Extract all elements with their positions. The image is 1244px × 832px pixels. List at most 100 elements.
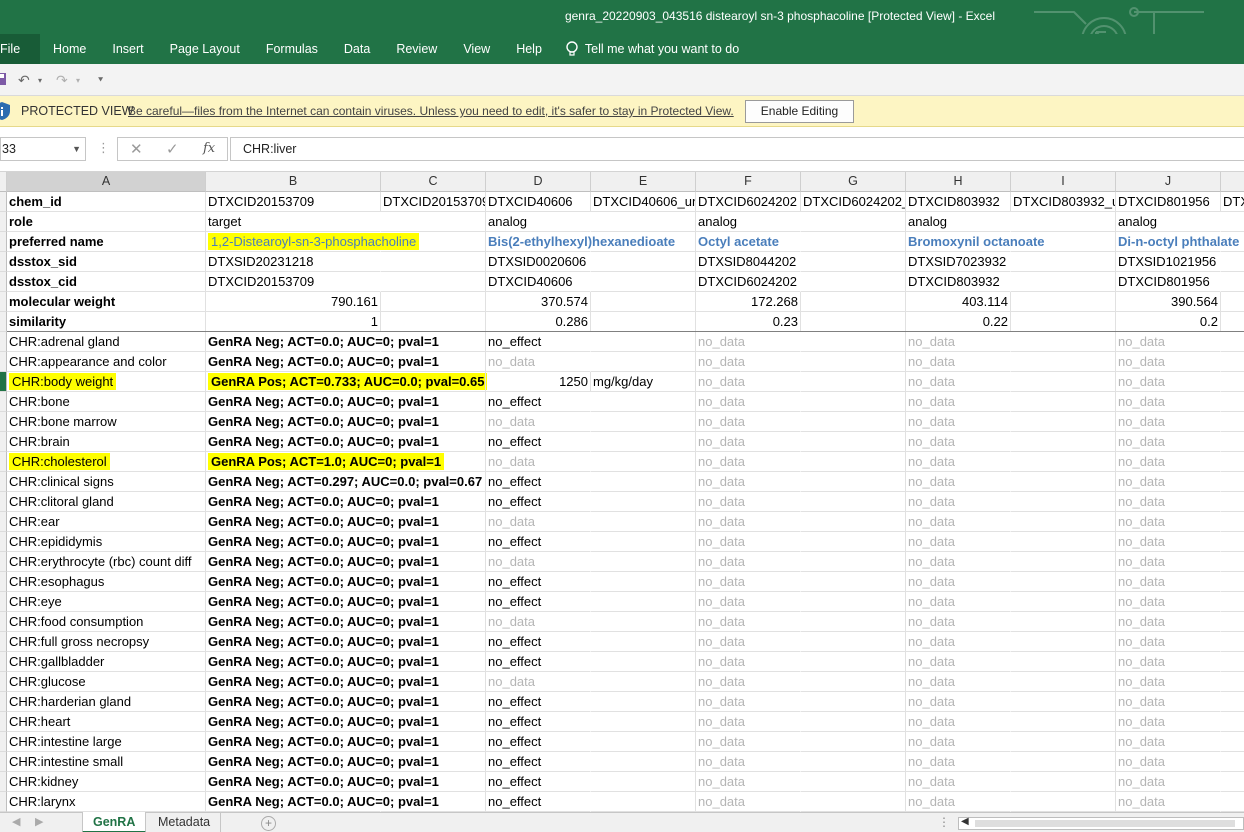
cell-b9[interactable]: GenRA Neg; ACT=0.0; AUC=0; pval=1 bbox=[206, 352, 439, 372]
cell-b13[interactable]: GenRA Neg; ACT=0.0; AUC=0; pval=1 bbox=[206, 432, 439, 452]
cell-j3[interactable]: Di-n-octyl phthalate bbox=[1116, 232, 1239, 252]
cell-c17[interactable] bbox=[381, 512, 486, 532]
cell-b1[interactable]: DTXCID20153709 bbox=[206, 192, 381, 212]
row-header[interactable] bbox=[0, 372, 7, 392]
cell-d14[interactable]: no_data bbox=[486, 452, 591, 472]
cell-k13[interactable] bbox=[1221, 432, 1244, 452]
cell-b18[interactable]: GenRA Neg; ACT=0.0; AUC=0; pval=1 bbox=[206, 532, 439, 552]
cell-a13[interactable]: CHR:brain bbox=[7, 432, 206, 452]
cell-a10[interactable]: CHR:body weight bbox=[7, 372, 206, 392]
cell-d31[interactable]: no_effect bbox=[486, 792, 591, 812]
row-header[interactable] bbox=[0, 392, 7, 412]
cell-c20[interactable] bbox=[381, 572, 486, 592]
cell-j28[interactable]: no_data bbox=[1116, 732, 1221, 752]
cell-e11[interactable] bbox=[591, 392, 696, 412]
cell-g12[interactable] bbox=[801, 412, 906, 432]
cell-e29[interactable] bbox=[591, 752, 696, 772]
cell-c8[interactable] bbox=[381, 332, 486, 352]
cell-i4[interactable] bbox=[1011, 252, 1116, 272]
cell-h15[interactable]: no_data bbox=[906, 472, 1011, 492]
cell-b28[interactable]: GenRA Neg; ACT=0.0; AUC=0; pval=1 bbox=[206, 732, 439, 752]
cell-i17[interactable] bbox=[1011, 512, 1116, 532]
next-sheet-icon[interactable]: ▶ bbox=[35, 815, 43, 828]
cell-g21[interactable] bbox=[801, 592, 906, 612]
cell-c13[interactable] bbox=[381, 432, 486, 452]
cell-i23[interactable] bbox=[1011, 632, 1116, 652]
cell-g8[interactable] bbox=[801, 332, 906, 352]
cell-k2[interactable] bbox=[1221, 212, 1244, 232]
tab-page-layout[interactable]: Page Layout bbox=[157, 34, 253, 64]
column-header-b[interactable]: B bbox=[206, 172, 381, 192]
column-header-h[interactable]: H bbox=[906, 172, 1011, 192]
cell-j12[interactable]: no_data bbox=[1116, 412, 1221, 432]
protected-view-message-link[interactable]: Be careful—files from the Internet can c… bbox=[128, 104, 734, 118]
cell-f23[interactable]: no_data bbox=[696, 632, 801, 652]
cell-f16[interactable]: no_data bbox=[696, 492, 801, 512]
row-header[interactable] bbox=[0, 732, 7, 752]
cell-a5[interactable]: dsstox_cid bbox=[7, 272, 206, 292]
redo-dropdown-icon[interactable]: ▾ bbox=[76, 76, 80, 85]
cell-e18[interactable] bbox=[591, 532, 696, 552]
cell-j14[interactable]: no_data bbox=[1116, 452, 1221, 472]
column-header-i[interactable]: I bbox=[1011, 172, 1116, 192]
cell-k11[interactable] bbox=[1221, 392, 1244, 412]
row-header[interactable] bbox=[0, 612, 7, 632]
cell-d27[interactable]: no_effect bbox=[486, 712, 591, 732]
cell-f2[interactable]: analog bbox=[696, 212, 801, 232]
cancel-icon[interactable]: ✕ bbox=[130, 140, 143, 158]
cell-j13[interactable]: no_data bbox=[1116, 432, 1221, 452]
cell-i29[interactable] bbox=[1011, 752, 1116, 772]
cell-a15[interactable]: CHR:clinical signs bbox=[7, 472, 206, 492]
cell-g31[interactable] bbox=[801, 792, 906, 812]
cell-f4[interactable]: DTXSID8044202 bbox=[696, 252, 801, 272]
cell-i31[interactable] bbox=[1011, 792, 1116, 812]
row-header[interactable] bbox=[0, 452, 7, 472]
cell-c14[interactable] bbox=[381, 452, 486, 472]
cell-g2[interactable] bbox=[801, 212, 906, 232]
cell-i30[interactable] bbox=[1011, 772, 1116, 792]
cell-c26[interactable] bbox=[381, 692, 486, 712]
cell-h8[interactable]: no_data bbox=[906, 332, 1011, 352]
cell-d6[interactable]: 370.574 bbox=[486, 292, 591, 312]
cell-a9[interactable]: CHR:appearance and color bbox=[7, 352, 206, 372]
column-header-d[interactable]: D bbox=[486, 172, 591, 192]
cell-e2[interactable] bbox=[591, 212, 696, 232]
cell-d11[interactable]: no_effect bbox=[486, 392, 591, 412]
cell-b11[interactable]: GenRA Neg; ACT=0.0; AUC=0; pval=1 bbox=[206, 392, 439, 412]
cell-k3[interactable] bbox=[1221, 232, 1244, 252]
cell-b14[interactable]: GenRA Pos; ACT=1.0; AUC=0; pval=1 bbox=[206, 452, 445, 472]
cell-e8[interactable] bbox=[591, 332, 696, 352]
cell-h19[interactable]: no_data bbox=[906, 552, 1011, 572]
cell-d10[interactable]: 1250 bbox=[486, 372, 591, 392]
cell-b25[interactable]: GenRA Neg; ACT=0.0; AUC=0; pval=1 bbox=[206, 672, 439, 692]
cell-g15[interactable] bbox=[801, 472, 906, 492]
cell-d9[interactable]: no_data bbox=[486, 352, 591, 372]
name-box[interactable]: 33 ▼ bbox=[0, 137, 86, 161]
row-header[interactable] bbox=[0, 652, 7, 672]
cell-h26[interactable]: no_data bbox=[906, 692, 1011, 712]
select-all-corner[interactable] bbox=[0, 172, 7, 192]
cell-h12[interactable]: no_data bbox=[906, 412, 1011, 432]
cell-d22[interactable]: no_data bbox=[486, 612, 591, 632]
cell-k17[interactable] bbox=[1221, 512, 1244, 532]
cell-h14[interactable]: no_data bbox=[906, 452, 1011, 472]
cell-f18[interactable]: no_data bbox=[696, 532, 801, 552]
cell-e6[interactable] bbox=[591, 292, 696, 312]
cell-d26[interactable]: no_effect bbox=[486, 692, 591, 712]
row-header[interactable] bbox=[0, 712, 7, 732]
cell-b16[interactable]: GenRA Neg; ACT=0.0; AUC=0; pval=1 bbox=[206, 492, 439, 512]
cell-g9[interactable] bbox=[801, 352, 906, 372]
column-header-k[interactable] bbox=[1221, 172, 1244, 192]
cell-d7[interactable]: 0.286 bbox=[486, 312, 591, 332]
cell-j30[interactable]: no_data bbox=[1116, 772, 1221, 792]
row-header[interactable] bbox=[0, 312, 7, 332]
row-header[interactable] bbox=[0, 772, 7, 792]
cell-h25[interactable]: no_data bbox=[906, 672, 1011, 692]
cell-f19[interactable]: no_data bbox=[696, 552, 801, 572]
row-header[interactable] bbox=[0, 432, 7, 452]
cell-e24[interactable] bbox=[591, 652, 696, 672]
cell-e25[interactable] bbox=[591, 672, 696, 692]
row-header[interactable] bbox=[0, 592, 7, 612]
cell-c24[interactable] bbox=[381, 652, 486, 672]
cell-h9[interactable]: no_data bbox=[906, 352, 1011, 372]
